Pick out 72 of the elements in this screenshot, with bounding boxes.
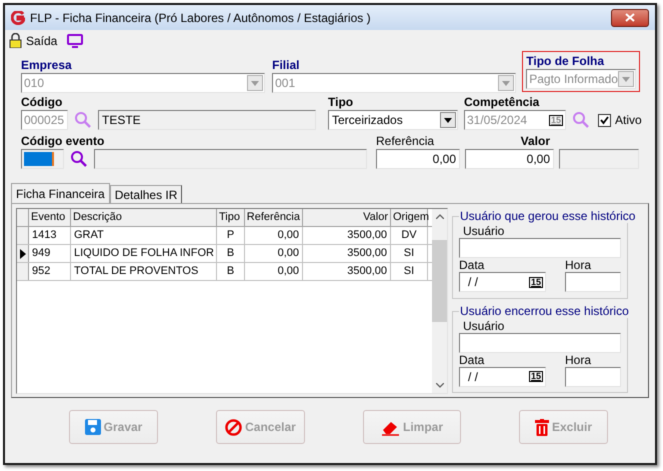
column-header[interactable]: Origem (391, 209, 428, 226)
table-cell: SI (391, 263, 428, 280)
table-cell: B (217, 263, 245, 280)
trash-icon (534, 418, 549, 436)
group-title: Usuário encerrou esse histórico (459, 304, 630, 318)
column-header[interactable]: Referência (245, 209, 303, 226)
value-field[interactable]: 0,00 (465, 149, 554, 169)
table-cell: TOTAL DE PROVENTOS (71, 263, 217, 280)
table-cell: 0,00 (245, 227, 303, 244)
table-cell: B (217, 245, 245, 262)
search-icon[interactable] (70, 150, 88, 168)
scroll-down-icon[interactable] (436, 383, 444, 388)
event-code-field[interactable] (21, 149, 64, 169)
date-field[interactable]: / / 15 (459, 366, 546, 386)
table-cell: 3500,00 (303, 227, 391, 244)
row-pointer-icon[interactable] (17, 245, 29, 262)
field-label: Usuário (462, 320, 506, 332)
table-cell: P (217, 227, 245, 244)
table-cell: LIQUIDO DE FOLHA INFOR (71, 245, 217, 262)
close-button[interactable] (611, 8, 649, 26)
table-cell: SI (391, 245, 428, 262)
scroll-thumb[interactable] (432, 240, 447, 322)
field-label: Competência (464, 95, 540, 110)
column-header[interactable]: Tipo (217, 209, 245, 226)
user-field[interactable] (459, 238, 621, 258)
field-label: Empresa (21, 58, 73, 73)
tab[interactable]: Ficha Financeira (11, 183, 110, 203)
close-icon (625, 13, 635, 22)
table-cell: 0,00 (245, 245, 303, 262)
time-field[interactable] (565, 366, 621, 386)
field-label: Filial (272, 58, 300, 73)
calendar-button[interactable]: 15 (528, 371, 543, 382)
field-label: Data (459, 354, 486, 366)
field-label: Tipo de Folha (526, 54, 606, 69)
field-label: Código evento (21, 134, 106, 149)
monitor-icon[interactable] (67, 34, 84, 48)
field-label: Código (21, 95, 64, 110)
dropdown-field[interactable]: Terceirizados (328, 110, 458, 130)
table-cell: 952 (29, 263, 71, 280)
user-field[interactable] (459, 332, 621, 352)
tab[interactable]: Detalhes IR (110, 185, 182, 203)
table-cell: DV (391, 227, 428, 244)
table-cell: 949 (29, 245, 71, 262)
app-logo-icon (11, 10, 25, 24)
field-label: Usuário (462, 225, 506, 238)
window-title: FLP - Ficha Financeira (Pró Labores / Autônomos / Estagiários ) (30, 10, 371, 26)
column-header[interactable]: Descrição (71, 209, 217, 226)
calendar-button[interactable]: 15 (528, 276, 543, 288)
table-cell: 1413 (29, 227, 71, 244)
name-field[interactable]: TESTE (98, 110, 316, 130)
prohibited-icon (225, 418, 242, 436)
padlock-icon[interactable] (9, 33, 22, 48)
field-label: Tipo (328, 95, 354, 110)
exit-label[interactable]: Saída (26, 32, 58, 50)
reference-field[interactable]: 0,00 (376, 149, 460, 169)
date-field[interactable]: / / 15 (459, 272, 546, 292)
field-label: Hora (565, 354, 592, 366)
field-label: Valor (520, 134, 551, 149)
table-cell: GRAT (71, 227, 217, 244)
checkbox-label: Ativo (615, 112, 642, 129)
field-label: Referência (376, 134, 436, 149)
table-cell: 3500,00 (303, 245, 391, 262)
group-title: Usuário que gerou esse histórico (459, 209, 636, 223)
scroll-up-icon[interactable] (436, 214, 444, 219)
time-field[interactable] (565, 272, 621, 292)
column-header[interactable]: Valor (303, 209, 391, 226)
field-label: Hora (565, 259, 592, 272)
column-header[interactable]: Evento (29, 209, 71, 226)
field-label: Data (459, 259, 486, 272)
table-cell: 3500,00 (303, 263, 391, 280)
active-checkbox[interactable] (598, 114, 611, 126)
table-cell: 0,00 (245, 263, 303, 280)
